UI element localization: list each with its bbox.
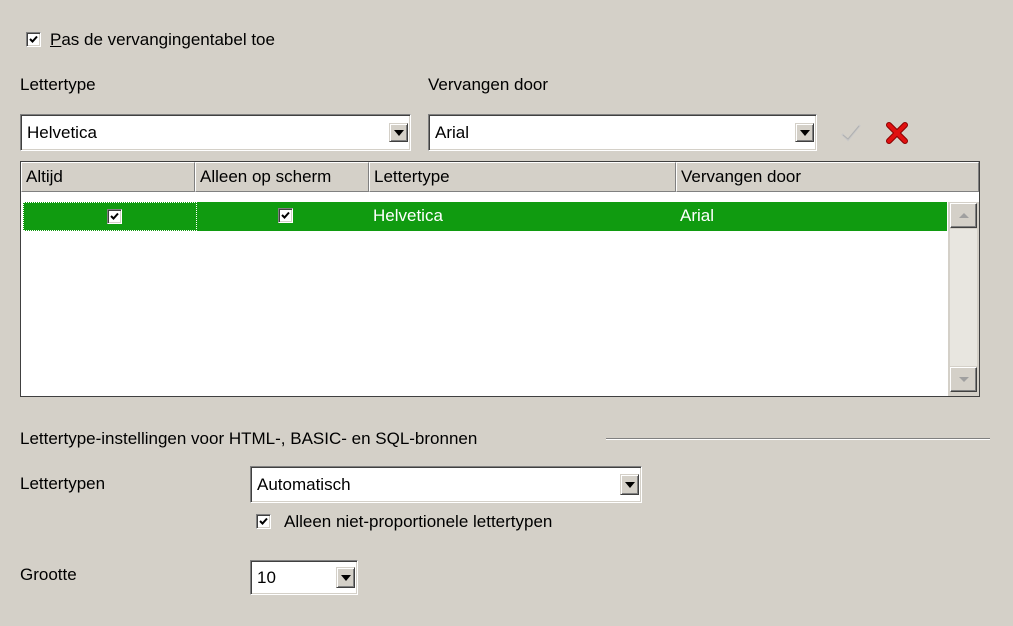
delete-replacement-button[interactable] — [884, 120, 910, 146]
chevron-down-icon — [799, 129, 810, 136]
checkmark-icon — [29, 35, 38, 43]
font-label: Lettertype — [20, 75, 96, 94]
checkmark-icon — [259, 517, 268, 525]
column-header-screen-only[interactable]: Alleen op scherm — [195, 162, 369, 192]
column-header-label: Alleen op scherm — [200, 167, 332, 186]
column-header-font[interactable]: Lettertype — [369, 162, 676, 192]
font-combo-dropdown-button[interactable] — [389, 123, 408, 142]
fonts-combo-dropdown-button[interactable] — [620, 474, 639, 495]
chevron-down-icon — [393, 129, 404, 136]
replace-label: Vervangen door — [428, 75, 549, 94]
fonts-combo-value: Automatisch — [257, 474, 351, 494]
always-checkbox[interactable] — [107, 209, 122, 224]
chevron-up-icon — [958, 213, 969, 218]
column-header-always[interactable]: Altijd — [21, 162, 195, 192]
size-combo-dropdown-button[interactable] — [336, 567, 355, 588]
vertical-scrollbar[interactable] — [948, 202, 979, 396]
nonprop-checkbox[interactable] — [256, 514, 271, 529]
nonprop-label[interactable]: Alleen niet-proportionele lettertypen — [284, 512, 552, 532]
source-section-title: Lettertype-instellingen voor HTML-, BASI… — [20, 429, 478, 448]
size-label: Grootte — [20, 565, 77, 584]
chevron-down-icon — [340, 574, 351, 581]
row-replace-cell: Arial — [680, 206, 715, 225]
row-font-cell: Helvetica — [373, 206, 443, 225]
replace-combo[interactable]: Arial — [428, 114, 817, 151]
size-combo-value: 10 — [257, 567, 276, 587]
size-combo[interactable]: 10 — [250, 560, 358, 595]
replace-combo-dropdown-button[interactable] — [795, 123, 814, 142]
scroll-down-button[interactable] — [950, 367, 977, 392]
column-header-replace[interactable]: Vervangen door — [676, 162, 979, 192]
delete-x-icon — [886, 122, 908, 144]
chevron-down-icon — [958, 377, 969, 382]
font-combo[interactable]: Helvetica — [20, 114, 411, 151]
checkmark-icon — [841, 124, 861, 142]
column-header-label: Lettertype — [374, 167, 450, 186]
apply-replacement-button[interactable] — [838, 120, 864, 146]
table-row[interactable]: Helvetica Arial — [23, 202, 947, 231]
always-cell[interactable] — [23, 202, 197, 231]
fonts-combo[interactable]: Automatisch — [250, 466, 642, 503]
section-divider — [606, 438, 990, 440]
checkmark-icon — [110, 212, 119, 220]
screen-only-cell[interactable] — [197, 202, 371, 231]
column-header-label: Vervangen door — [681, 167, 802, 186]
scroll-track[interactable] — [950, 229, 977, 366]
checkmark-icon — [281, 211, 290, 219]
apply-table-label[interactable]: Pas de vervangingentabel toe — [50, 30, 275, 50]
chevron-down-icon — [624, 481, 635, 488]
apply-table-checkbox[interactable] — [26, 32, 41, 47]
apply-table-text: as de vervangingentabel toe — [61, 30, 275, 49]
screen-only-checkbox[interactable] — [278, 208, 293, 223]
fonts-label: Lettertypen — [20, 474, 106, 493]
scroll-up-button[interactable] — [950, 203, 977, 228]
column-header-label: Altijd — [26, 167, 63, 186]
replacement-table[interactable]: Altijd Alleen op scherm Lettertype Verva… — [20, 161, 980, 397]
font-combo-value: Helvetica — [27, 122, 97, 142]
replace-combo-value: Arial — [435, 122, 470, 142]
